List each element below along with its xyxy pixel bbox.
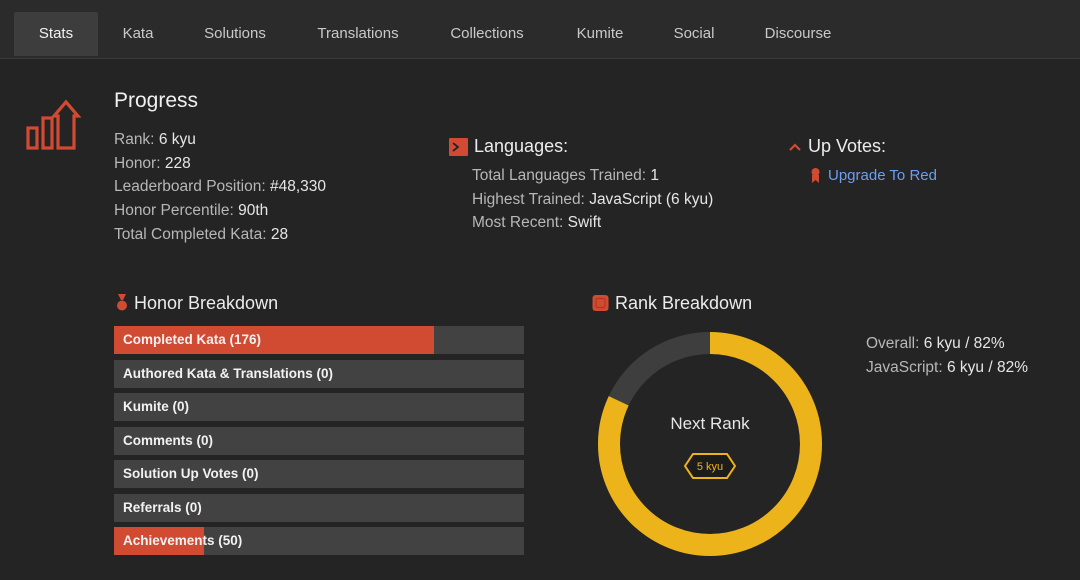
next-rank-label: Next Rank	[670, 414, 750, 433]
honor-bar-label: Kumite (0)	[123, 399, 190, 414]
upgrade-to-red-link[interactable]: Upgrade To Red	[828, 167, 937, 184]
progress-title: Progress	[114, 89, 199, 112]
tab-translations[interactable]: Translations	[309, 12, 407, 56]
honor-bar: Referrals (0)	[114, 493, 524, 522]
honor-bar-label: Solution Up Votes (0)	[123, 466, 259, 481]
terminal-icon	[449, 138, 468, 156]
honor-bar: Solution Up Votes (0)	[114, 460, 524, 488]
honor-stat: Honor: 228	[114, 155, 191, 172]
bar-chart-arrow-icon	[26, 99, 82, 150]
honor-bar-label: Comments (0)	[123, 432, 214, 448]
tab-discourse[interactable]: Discourse	[755, 12, 841, 56]
tab-stats[interactable]: Stats	[14, 12, 98, 56]
honor-bar-label: Completed Kata (176)	[123, 332, 262, 347]
next-rank-badge-label: 5 kyu	[697, 461, 723, 473]
overall-rank-stat: Overall: 6 kyu / 82%	[866, 335, 1005, 352]
honor-bar-label: Referrals (0)	[123, 499, 202, 515]
honor-bar-label: Authored Kata & Translations (0)	[123, 365, 334, 381]
rank-breakdown-title: Rank Breakdown	[615, 293, 753, 313]
chevron-up-icon	[789, 143, 801, 151]
percentile-stat: Honor Percentile: 90th	[114, 202, 269, 219]
rank-badge-icon	[592, 295, 609, 311]
total-languages-stat: Total Languages Trained: 1	[472, 167, 660, 184]
leaderboard-stat: Leaderboard Position: #48,330	[114, 178, 327, 195]
most-recent-stat: Most Recent: Swift	[472, 214, 602, 231]
honor-bar-label: Achievements (50)	[123, 533, 243, 548]
honor-breakdown-title: Honor Breakdown	[134, 293, 279, 313]
rank-progress-donut: Next Rank 5 kyu	[598, 332, 822, 556]
tab-social[interactable]: Social	[665, 12, 723, 56]
tab-kumite[interactable]: Kumite	[566, 12, 634, 56]
tab-collections[interactable]: Collections	[440, 12, 534, 56]
honor-bar: Comments (0)	[114, 426, 524, 455]
tab-kata[interactable]: Kata	[110, 12, 166, 56]
rank-stat: Rank: 6 kyu	[114, 131, 196, 148]
honor-bar: Completed Kata (176)	[114, 326, 524, 354]
ribbon-icon	[811, 168, 820, 183]
completed-kata-stat: Total Completed Kata: 28	[114, 226, 289, 243]
javascript-rank-stat: JavaScript: 6 kyu / 82%	[866, 359, 1028, 376]
upvotes-title: Up Votes:	[808, 136, 887, 156]
honor-bar: Achievements (50)	[114, 527, 524, 555]
languages-title: Languages:	[474, 136, 569, 156]
tab-solutions[interactable]: Solutions	[195, 12, 275, 56]
profile-tab-bar: Stats Kata Solutions Translations Collec…	[0, 0, 1080, 59]
honor-bar: Kumite (0)	[114, 393, 524, 421]
medal-icon	[117, 294, 127, 311]
highest-trained-stat: Highest Trained: JavaScript (6 kyu)	[472, 191, 714, 208]
honor-bar: Authored Kata & Translations (0)	[114, 359, 524, 388]
